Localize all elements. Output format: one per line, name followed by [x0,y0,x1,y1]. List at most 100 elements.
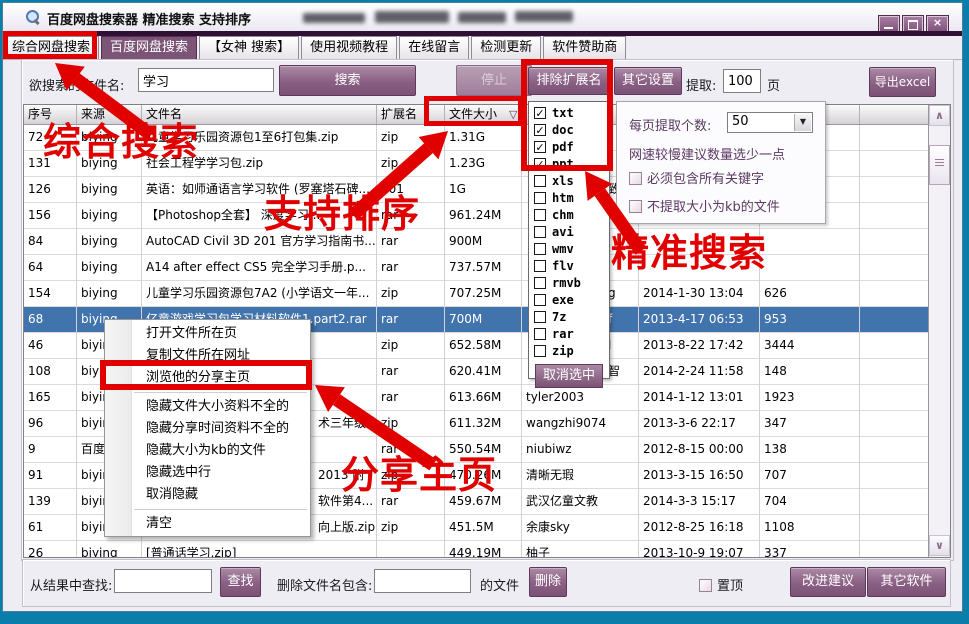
ext-option-rmvb[interactable]: rmvb [534,275,609,291]
annotation-rect-tab [3,31,97,59]
tab-7[interactable]: 软件赞助商 [543,36,626,59]
checkbox-icon[interactable] [534,345,546,357]
extract-pages-input[interactable] [723,69,761,93]
combo-dropdown-button[interactable]: ▼ [794,114,811,131]
cell: 2014-3-3 15:17 [639,489,760,514]
tab-bar: 综合网盘搜索百度网盘搜索【女神 搜索】使用视频教程在线留言检测更新软件赞助商 [3,36,962,60]
cell: 126 [24,177,77,202]
table-row-64[interactable]: 64biyingA14 after effect CS5 完全学习手册.p...… [24,255,930,281]
require-all-keywords-option[interactable]: 必须包含所有关键字 [629,168,764,187]
checkbox-icon[interactable] [629,172,642,185]
cell: 156 [24,203,77,228]
tab-3[interactable]: 【女神 搜索】 [199,36,299,59]
speed-hint: 网速较慢建议数量选少一点 [629,144,785,163]
tab-4[interactable]: 使用视频教程 [301,36,397,59]
vertical-scrollbar[interactable]: ∧ ∨ [928,105,950,557]
checkbox-icon[interactable] [699,579,712,592]
checkbox-icon[interactable] [534,226,546,238]
table-row-26[interactable]: 26biying[普通话学习.zip]449.19M柚子2013-10-9 19… [24,541,930,557]
tab-2[interactable]: 百度网盘搜索 [101,36,197,59]
other-settings-button[interactable]: 其它设置 [614,67,682,95]
cell: 707.25M [445,281,522,306]
checkbox-icon[interactable] [534,311,546,323]
cell: 2014-1-12 13:01 [639,385,760,410]
scroll-up-button[interactable]: ∧ [929,105,950,126]
window: 百度网盘搜索器 精准搜索 支持排序 × 综合网盘搜索百度网盘搜索【女神 搜索】使… [2,2,963,612]
skip-kb-files-option[interactable]: 不提取大小为kb的文件 [629,196,780,215]
redacted-text [375,11,449,23]
delete-contains-input[interactable] [374,569,471,593]
ext-option-htm[interactable]: htm [534,190,609,206]
ext-option-wmv[interactable]: wmv [534,241,609,257]
cell: 2012-8-25 16:18 [639,515,760,540]
cell: 9 [24,437,77,462]
ext-option-zip[interactable]: zip [534,343,609,359]
cell: zip [377,151,445,176]
menu-item-5[interactable]: 隐藏文件大小资料不全的 [132,396,309,418]
ext-option-exe[interactable]: exe [534,292,609,308]
menu-item-6[interactable]: 隐藏分享时间资料不全的 [132,418,309,440]
per-page-value: 50 [732,114,749,129]
cell: 108 [24,359,77,384]
table-row-154[interactable]: 154biying儿童学习乐园资源包7A2 (小学语文一年...zip707.2… [24,281,930,307]
cell: 347 [760,411,860,436]
menu-item-11[interactable]: 清空 [132,513,309,535]
cell: 61 [24,515,77,540]
menu-item-7[interactable]: 隐藏大小为kb的文件 [132,440,309,462]
checkbox-icon[interactable] [534,243,546,255]
checkbox-icon[interactable] [534,277,546,289]
uncheck-all-button[interactable]: 取消选中 [535,364,603,388]
annotation-text-sortable: 支持排序 [264,195,420,233]
cell [860,177,930,202]
delete-button[interactable]: 删除 [529,567,567,597]
scrollbar-thumb[interactable] [929,145,950,185]
menu-item-8[interactable]: 隐藏选中行 [132,462,309,484]
table-row-84[interactable]: 84biyingAutoCAD Civil 3D 201 官方学习指南书...r… [24,229,930,255]
pages-label: 页 [767,75,780,94]
cell: rar [377,307,445,332]
checkbox-icon[interactable] [534,260,546,272]
scroll-down-button[interactable]: ∨ [929,535,950,556]
find-in-results-input[interactable] [114,569,212,593]
checkbox-icon[interactable] [629,200,642,213]
search-button[interactable]: 搜索 [279,65,416,96]
cell [860,333,930,358]
title-bar: 百度网盘搜索器 精准搜索 支持排序 [3,3,962,31]
ext-option-label: zip [552,344,574,358]
cell: 2013-3-6 22:17 [639,411,760,436]
cell: zip [377,281,445,306]
checkbox-icon[interactable] [534,328,546,340]
cell: niubiwz [522,437,639,462]
cell [860,255,930,280]
menu-item-9[interactable]: 取消隐藏 [132,484,309,506]
cell: 700M [445,307,522,332]
cell [760,255,860,280]
ext-option-chm[interactable]: chm [534,207,609,223]
cell: 84 [24,229,77,254]
ext-option-avi[interactable]: avi [534,224,609,240]
cell: 707 [760,463,860,488]
menu-item-1[interactable]: 打开文件所在页 [132,323,309,345]
pin-top-option[interactable]: 置顶 [699,575,743,594]
find-button[interactable]: 查找 [220,567,261,597]
ext-option-label: wmv [552,242,574,256]
checkbox-icon[interactable] [534,192,546,204]
ext-option-rar[interactable]: rar [534,326,609,342]
ext-option-7z[interactable]: 7z [534,309,609,325]
ext-option-xls[interactable]: xls [534,173,609,189]
other-software-button[interactable]: 其它软件 [867,567,946,597]
export-excel-button[interactable]: 导出excel [869,67,936,97]
tab-5[interactable]: 在线留言 [399,36,469,59]
ext-option-flv[interactable]: flv [534,258,609,274]
checkbox-icon[interactable] [534,175,546,187]
scroll-up-icon: ∧ [935,109,944,122]
annotation-text-precise-search: 精准搜索 [611,234,767,272]
suggestions-button[interactable]: 改进建议 [790,567,866,597]
per-page-label: 每页提取个数: [629,115,711,134]
per-page-combobox[interactable]: 50 ▼ [727,112,813,133]
checkbox-icon[interactable] [534,294,546,306]
tab-6[interactable]: 检测更新 [471,36,541,59]
column-header-9[interactable] [860,105,930,124]
filename-input[interactable] [138,68,274,92]
checkbox-icon[interactable] [534,209,546,221]
